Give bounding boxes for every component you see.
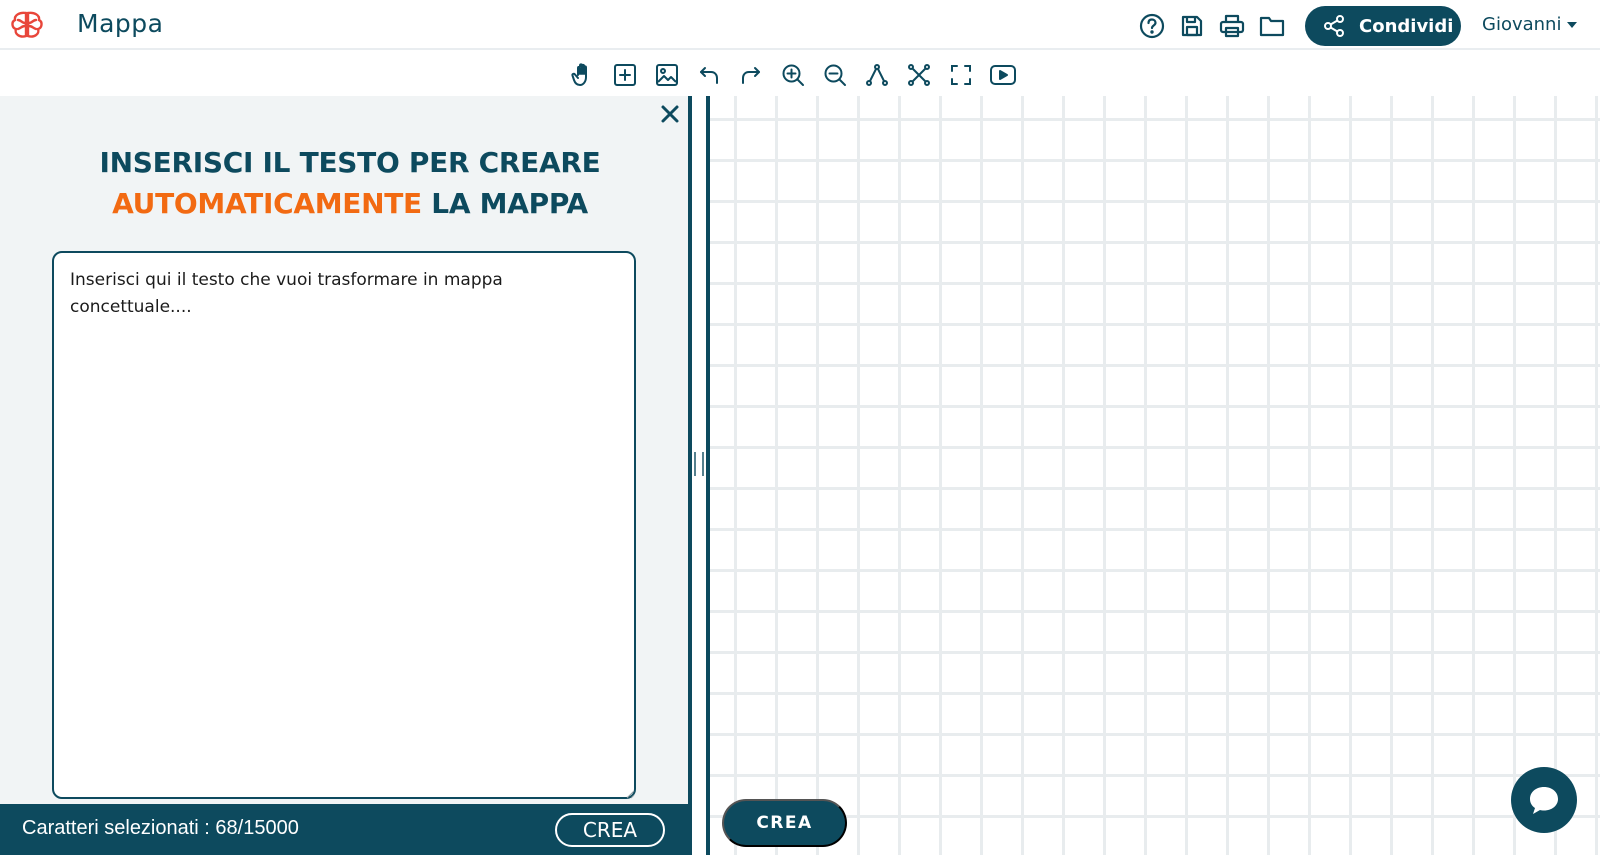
image-icon[interactable] [652, 60, 682, 90]
map-text-input[interactable] [52, 251, 636, 799]
undo-icon[interactable] [694, 60, 724, 90]
chevron-down-icon [1567, 21, 1578, 28]
crea-canvas-button[interactable]: CREA [722, 799, 847, 847]
heading-rest: LA MAPPA [421, 187, 588, 220]
fit-nodes-icon[interactable] [904, 60, 934, 90]
zoom-in-icon[interactable] [778, 60, 808, 90]
redo-icon[interactable] [736, 60, 766, 90]
save-icon[interactable] [1178, 12, 1206, 40]
heading-accent: AUTOMATICAMENTE [112, 187, 422, 220]
resize-grip-icon[interactable] [625, 786, 635, 799]
editor-toolbar [0, 52, 1600, 96]
user-name: Giovanni [1482, 14, 1562, 35]
connector-icon[interactable] [862, 60, 892, 90]
brain-icon[interactable] [10, 10, 44, 40]
heading-line-2: AUTOMATICAMENTE LA MAPPA [0, 183, 700, 224]
chat-icon[interactable] [1511, 767, 1577, 833]
zoom-out-icon[interactable] [820, 60, 850, 90]
hand-icon[interactable] [568, 60, 598, 90]
close-icon[interactable] [656, 100, 684, 128]
folder-icon[interactable] [1258, 12, 1286, 40]
print-icon[interactable] [1218, 12, 1246, 40]
heading-line-1: INSERISCI IL TESTO PER CREARE [99, 146, 601, 179]
panel-heading: INSERISCI IL TESTO PER CREARE AUTOMATICA… [0, 142, 700, 224]
share-icon [1321, 13, 1347, 39]
top-header: Mappa Condividi Giovanni [0, 0, 1600, 50]
panel-footer: Caratteri selezionati : 68/15000 CREA [0, 804, 690, 855]
presentation-icon[interactable] [988, 60, 1018, 90]
add-node-icon[interactable] [610, 60, 640, 90]
text-input-panel: INSERISCI IL TESTO PER CREARE AUTOMATICA… [0, 96, 690, 855]
char-count: Caratteri selezionati : 68/15000 [22, 817, 299, 839]
app-title: Mappa [77, 9, 164, 38]
fullscreen-icon[interactable] [946, 60, 976, 90]
crea-panel-button[interactable]: CREA [555, 813, 665, 847]
user-menu[interactable]: Giovanni [1482, 14, 1578, 35]
splitter-handle[interactable] [694, 452, 704, 476]
help-icon[interactable] [1138, 12, 1166, 40]
map-canvas[interactable] [710, 96, 1600, 855]
share-label: Condividi [1359, 15, 1454, 37]
share-button[interactable]: Condividi [1305, 6, 1461, 46]
